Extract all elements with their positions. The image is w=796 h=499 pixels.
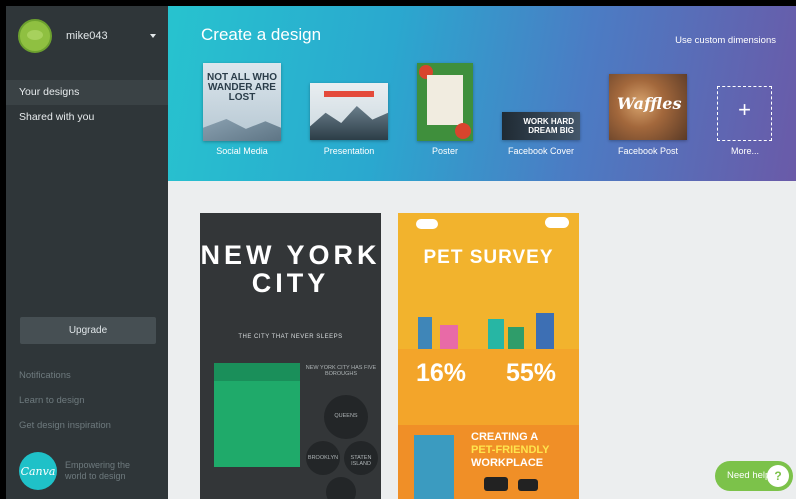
building-icon [508,327,524,349]
template-label-facebook-cover[interactable]: Facebook Cover [508,146,574,156]
cta-line: WORKPLACE [471,457,544,469]
template-thumb-text: NOT ALL WHO WANDER ARE LOST [207,72,277,103]
sidebar: mike043 Your designs Shared with you Upg… [6,6,176,499]
template-label-presentation[interactable]: Presentation [324,146,375,156]
template-social-media[interactable]: NOT ALL WHO WANDER ARE LOST [203,63,281,141]
design-caption: NEW YORK CITY HAS FIVE BOROUGHS [305,365,377,377]
building-icon [440,325,458,349]
design-card-pet-survey[interactable]: PET SURVEY 16% 55% CREATING A PET-FRIEND… [398,213,579,499]
survey-cta: CREATING A PET-FRIENDLY WORKPLACE [471,431,549,470]
mountain-image [203,119,281,141]
page-title: Create a design [201,25,322,44]
brand: Canva Empowering the world to design [19,452,145,490]
dog-icon [518,479,538,491]
green-panel [214,363,300,467]
mountain-image [310,106,388,140]
dog-icon [484,477,508,491]
username: mike043 [66,30,108,42]
template-thumb-text: Waffles [617,94,682,113]
notifications-link[interactable]: Notifications [19,363,111,388]
stat-value: 55% [506,359,557,387]
chevron-down-icon[interactable] [150,34,156,38]
design-subtitle: THE CITY THAT NEVER SLEEPS [238,334,343,340]
poster-card [427,75,463,125]
more-templates-button[interactable]: + [717,86,772,141]
design-card-new-york[interactable]: NEW YORK CITY THE CITY THAT NEVER SLEEPS… [200,213,381,499]
borough-label: QUEENS [334,413,358,419]
cloud-icon [416,219,438,229]
cta-line: PET-FRIENDLY [471,444,550,456]
borough-label: BROOKLYN [307,455,339,461]
design-title: PET SURVEY [423,247,554,268]
plus-icon: + [738,97,751,122]
custom-dimensions-link[interactable]: Use custom dimensions [675,35,776,46]
stat-value: 16% [416,359,467,387]
template-poster[interactable] [417,63,473,141]
design-title: NEW YORK CITY [200,240,381,298]
profile-menu[interactable]: mike043 [6,6,168,66]
avatar [18,19,52,53]
borough-circle [326,477,356,499]
sidebar-item-your-designs[interactable]: Your designs [6,80,176,105]
template-label-poster[interactable]: Poster [432,146,458,156]
tomato-image [455,123,471,139]
tagline: Empowering the world to design [65,460,131,481]
template-facebook-post[interactable]: Waffles [609,74,687,140]
design-inspiration-link[interactable]: Get design inspiration [19,413,111,438]
template-thumb-text: WORK HARD DREAM BIG [523,117,574,135]
survey-header: PET SURVEY [398,213,579,349]
cta-line: CREATING A [471,431,539,443]
borough-label: STATEN ISLAND [350,455,372,467]
cloud-icon [545,217,569,228]
help-button[interactable]: Need help? ? [715,461,793,491]
building-icon [414,435,454,499]
question-icon: ? [767,465,789,487]
survey-footer: CREATING A PET-FRIENDLY WORKPLACE [398,425,579,499]
sidebar-nav: Your designs Shared with you [6,80,176,130]
survey-stats: 16% 55% [398,349,579,425]
template-label-social-media[interactable]: Social Media [216,146,268,156]
learn-to-design-link[interactable]: Learn to design [19,388,111,413]
upgrade-button[interactable]: Upgrade [20,317,156,344]
template-label-more[interactable]: More... [731,146,759,156]
create-design-header: Create a design Use custom dimensions NO… [168,6,796,181]
template-banner [324,91,374,97]
template-label-facebook-post[interactable]: Facebook Post [618,146,678,156]
building-icon [488,319,504,349]
canva-logo[interactable]: Canva [19,452,57,490]
sidebar-links: Notifications Learn to design Get design… [19,363,111,438]
designs-grid: NEW YORK CITY THE CITY THAT NEVER SLEEPS… [168,181,796,499]
building-icon [536,313,554,349]
template-facebook-cover[interactable]: WORK HARD DREAM BIG [502,112,580,140]
building-icon [418,317,432,349]
sidebar-item-shared-with-you[interactable]: Shared with you [6,105,168,130]
template-presentation[interactable] [310,83,388,140]
